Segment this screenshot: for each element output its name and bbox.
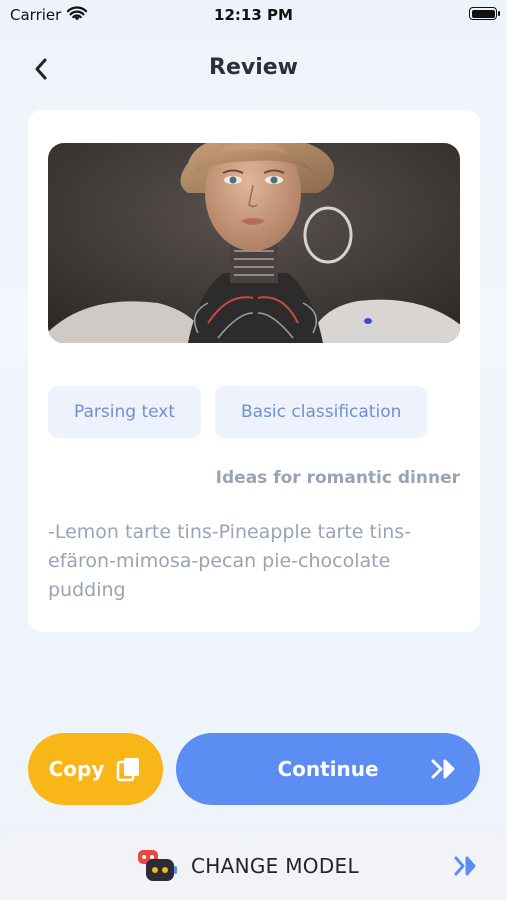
double-chevron-right-icon bbox=[431, 759, 455, 779]
change-model-label: CHANGE MODEL bbox=[191, 854, 359, 878]
review-card: Parsing text Basic classification Ideas … bbox=[28, 110, 480, 632]
result-text: -Lemon tarte tins-Pineapple tarte tins-e… bbox=[48, 521, 412, 601]
continue-button[interactable]: Continue bbox=[176, 733, 480, 805]
copy-button-label: Copy bbox=[48, 757, 105, 781]
status-time: 12:13 PM bbox=[214, 6, 293, 24]
copy-icon bbox=[117, 758, 140, 782]
double-chevron-right-icon bbox=[454, 856, 476, 876]
copy-button[interactable]: Copy bbox=[28, 733, 163, 805]
status-bar: Carrier 12:13 PM bbox=[0, 0, 507, 30]
change-model-bar[interactable]: CHANGE MODEL bbox=[0, 833, 507, 900]
battery-icon bbox=[469, 7, 500, 20]
chip-basic-classification[interactable]: Basic classification bbox=[215, 386, 428, 438]
generated-image bbox=[48, 143, 460, 343]
chip-parsing-text[interactable]: Parsing text bbox=[48, 386, 201, 438]
page-title: Review bbox=[209, 55, 298, 80]
robot-model-icon bbox=[138, 850, 177, 881]
tag-chips: Parsing text Basic classification bbox=[48, 386, 428, 438]
result-title: Ideas for romantic dinner bbox=[215, 468, 460, 488]
